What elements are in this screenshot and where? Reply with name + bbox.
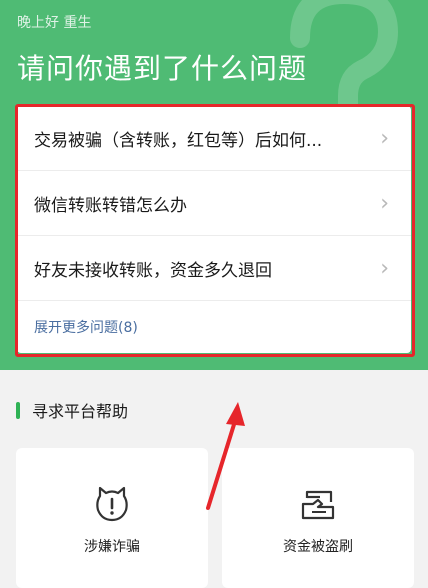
page-title: 请问你遇到了什么问题 (17, 52, 308, 85)
faq-item-refund-time[interactable]: 好友未接收转账，资金多久退回 › (17, 236, 411, 301)
fraud-alert-icon (96, 486, 128, 522)
help-section-heading: 寻求平台帮助 (16, 398, 128, 422)
faq-card: 交易被骗（含转账，红包等）后如何... › 微信转账转错怎么办 › 好友未接收转… (17, 106, 411, 353)
card-theft-icon (301, 490, 335, 520)
faq-item-label: 好友未接收转账，资金多久退回 (34, 260, 272, 281)
show-more-questions-link[interactable]: 展开更多问题(8) (17, 301, 411, 353)
faq-item-label: 交易被骗（含转账，红包等）后如何... (34, 130, 323, 151)
tile-fraud-label: 涉嫌诈骗 (84, 539, 140, 555)
help-section-title: 寻求平台帮助 (32, 402, 129, 421)
faq-item-scam[interactable]: 交易被骗（含转账，红包等）后如何... › (17, 106, 411, 171)
tile-fraud[interactable]: 涉嫌诈骗 (16, 448, 208, 588)
greeting-text: 晚上好 重生 (17, 15, 92, 31)
chevron-right-icon: › (380, 125, 389, 151)
section-accent-bar (16, 401, 20, 419)
faq-item-label: 微信转账转错怎么办 (34, 195, 187, 216)
tile-card-theft[interactable]: 资金被盗刷 (222, 448, 414, 588)
chevron-right-icon: › (380, 190, 389, 216)
tile-card-theft-label: 资金被盗刷 (283, 539, 353, 555)
faq-item-wrong-transfer[interactable]: 微信转账转错怎么办 › (17, 171, 411, 236)
chevron-right-icon: › (380, 255, 389, 281)
